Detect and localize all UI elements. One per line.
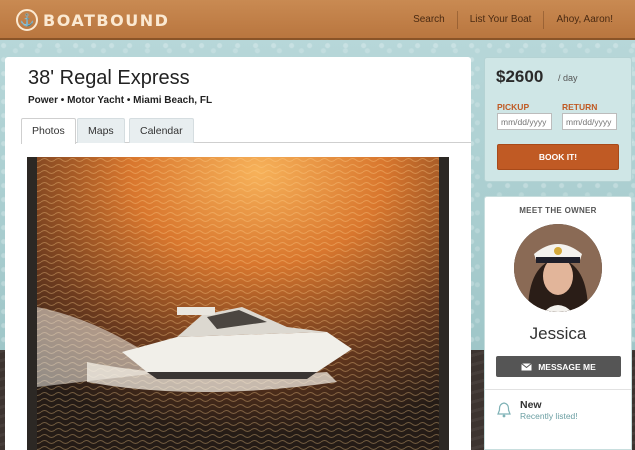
boat-photo-image (37, 157, 439, 450)
price-unit: / day (558, 73, 578, 83)
envelope-icon (521, 362, 532, 370)
pickup-label: PICKUP (497, 102, 530, 112)
return-label: RETURN (562, 102, 598, 112)
tab-calendar[interactable]: Calendar (129, 118, 194, 143)
top-header: ⚓ BOATBOUND Search List Your Boat Ahoy, … (0, 0, 635, 40)
message-me-button[interactable]: MESSAGE ME (496, 356, 621, 377)
owner-divider (485, 389, 631, 390)
book-it-button[interactable]: BOOK IT! (497, 144, 619, 170)
brand-logo[interactable]: ⚓ BOATBOUND (16, 8, 169, 32)
listing-tabs: Photos Maps Calendar (21, 118, 471, 144)
message-me-label: MESSAGE ME (538, 361, 596, 372)
booking-card: $2600 / day PICKUP RETURN BOOK IT! (484, 57, 632, 182)
return-date-input[interactable] (562, 113, 617, 130)
nav-search-link[interactable]: Search (401, 11, 457, 29)
anchor-icon: ⚓ (16, 9, 38, 31)
brand-name: BOATBOUND (43, 10, 170, 30)
owner-name: Jessica (529, 324, 587, 343)
owner-card: MEET THE OWNER Jessica MESSAGE ME New Re… (484, 196, 632, 450)
listing-status-title: New (520, 399, 542, 411)
owner-avatar-image (514, 224, 602, 312)
listing-panel: 38' Regal Express Power • Motor Yacht • … (5, 57, 471, 450)
nav-list-boat-link[interactable]: List Your Boat (456, 11, 544, 29)
pickup-date-input[interactable] (497, 113, 552, 130)
owner-heading: MEET THE OWNER (519, 206, 597, 215)
tab-maps[interactable]: Maps (77, 118, 125, 143)
owner-avatar[interactable] (514, 224, 602, 312)
tab-photos[interactable]: Photos (21, 118, 76, 144)
main-nav: Search List Your Boat Ahoy, Aaron! (401, 0, 625, 40)
listing-status-subtitle: Recently listed! (520, 411, 578, 421)
listing-title: 38' Regal Express (28, 67, 190, 89)
boat-photo[interactable] (27, 157, 449, 450)
bell-icon (497, 402, 511, 418)
daily-price: $2600 (496, 67, 544, 86)
nav-user-greeting[interactable]: Ahoy, Aaron! (543, 11, 625, 29)
listing-subtitle: Power • Motor Yacht • Miami Beach, FL (28, 95, 213, 106)
